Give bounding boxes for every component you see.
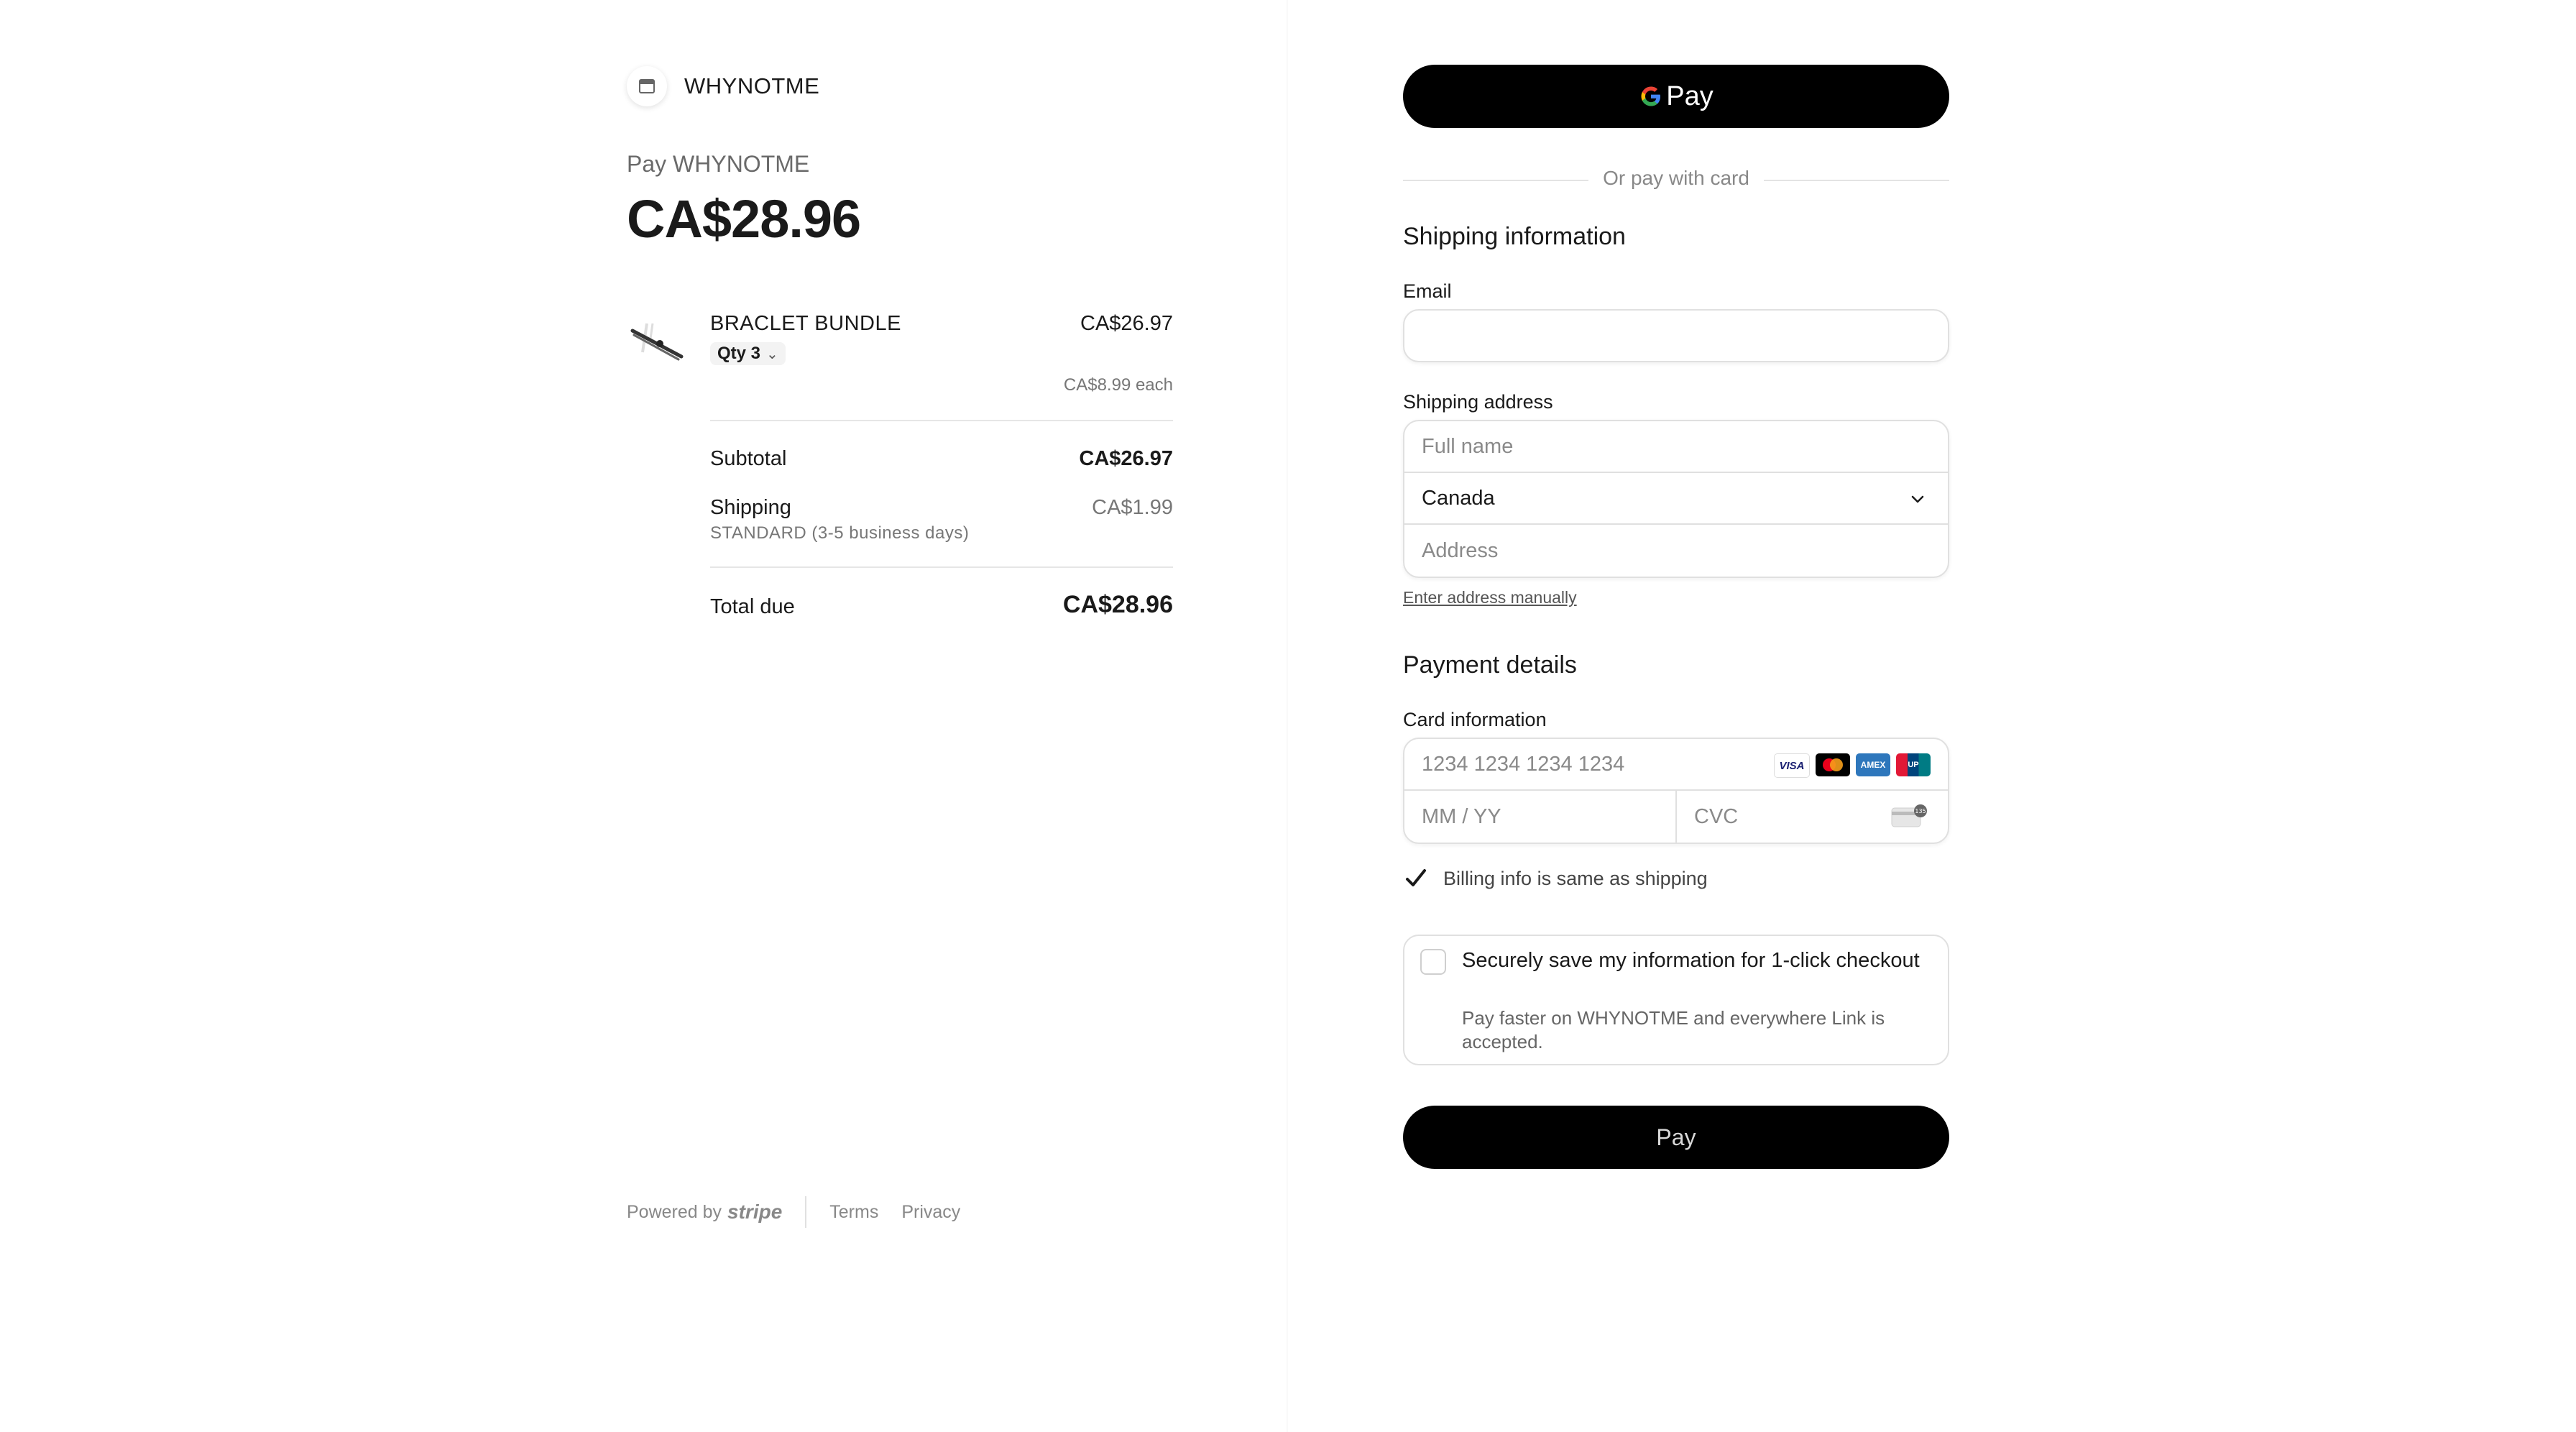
merchant-header[interactable]: WHYNOTME: [627, 66, 819, 106]
amex-icon: AMEX: [1856, 753, 1890, 776]
full-name-field[interactable]: Full name: [1404, 421, 1948, 473]
payment-panel: Pay Or pay with card Shipping informatio…: [1288, 0, 2576, 1432]
save-info-title: Securely save my information for 1-click…: [1462, 949, 1920, 972]
country-select[interactable]: Canada: [1404, 473, 1948, 525]
google-pay-button[interactable]: Pay: [1403, 65, 1949, 128]
checkmark-icon: [1406, 869, 1426, 886]
payment-section-title: Payment details: [1403, 651, 1577, 679]
quantity-label: Qty 3: [717, 344, 761, 363]
visa-icon: VISA: [1774, 753, 1810, 778]
billing-same-row[interactable]: Billing info is same as shipping: [1403, 866, 1708, 891]
billing-same-checkbox[interactable]: [1403, 866, 1429, 891]
shipping-address-label: Shipping address: [1403, 391, 1553, 413]
store-icon: [627, 66, 667, 106]
order-summary-panel: WHYNOTME Pay WHYNOTME CA$28.96 BRACLET B…: [0, 0, 1288, 1432]
billing-same-label: Billing info is same as shipping: [1443, 867, 1708, 889]
google-pay-label: Pay: [1666, 81, 1714, 111]
footer-separator: [805, 1196, 807, 1228]
shipping-section-title: Shipping information: [1403, 223, 1626, 250]
link-save-info-box[interactable]: Securely save my information for 1-click…: [1403, 935, 1949, 1065]
shipping-label: Shipping: [710, 496, 791, 519]
footer: Powered by stripe Terms Privacy: [627, 1196, 983, 1228]
subtotal-label: Subtotal: [710, 447, 787, 470]
stripe-logo[interactable]: stripe: [727, 1201, 782, 1224]
cvc-card-icon: 135: [1891, 804, 1927, 827]
shipping-method: STANDARD (3-5 business days): [710, 523, 970, 543]
card-information-group: 1234 1234 1234 1234 VISA AMEX UP MM / YY…: [1403, 738, 1949, 844]
enter-address-manually-link[interactable]: Enter address manually: [1403, 588, 1577, 607]
divider: [710, 566, 1173, 568]
mastercard-icon: [1816, 753, 1850, 776]
email-label: Email: [1403, 280, 1452, 302]
shipping-address-group: Full name Canada Address: [1403, 420, 1949, 578]
product-image: [627, 309, 687, 370]
pay-button[interactable]: Pay: [1403, 1106, 1949, 1169]
card-brands: VISA AMEX UP: [1774, 753, 1931, 778]
unit-price: CA$8.99 each: [1063, 375, 1173, 395]
shipping-value: CA$1.99: [1092, 496, 1173, 519]
svg-text:135: 135: [1915, 808, 1926, 814]
product-name: BRACLET BUNDLE: [710, 312, 901, 335]
total-value: CA$28.96: [1062, 591, 1173, 618]
address-field[interactable]: Address: [1404, 525, 1948, 577]
total-label: Total due: [710, 595, 795, 618]
save-info-checkbox[interactable]: [1420, 949, 1446, 975]
checkout-page: WHYNOTME Pay WHYNOTME CA$28.96 BRACLET B…: [0, 0, 2576, 1432]
google-g-icon: [1641, 86, 1661, 106]
product-price: CA$26.97: [1080, 312, 1173, 335]
unionpay-icon: UP: [1896, 753, 1931, 776]
privacy-link[interactable]: Privacy: [901, 1202, 960, 1223]
cvc-field[interactable]: CVC 135: [1677, 791, 1948, 843]
pay-label: Pay WHYNOTME: [627, 151, 810, 177]
divider: [710, 420, 1173, 421]
subtotal-value: CA$26.97: [1079, 447, 1173, 470]
save-info-description: Pay faster on WHYNOTME and everywhere Li…: [1462, 1007, 1885, 1052]
or-pay-with-card: Or pay with card: [1403, 167, 1949, 190]
powered-by-label: Powered by: [627, 1201, 722, 1222]
card-number-field[interactable]: 1234 1234 1234 1234 VISA AMEX UP: [1404, 739, 1948, 791]
email-field[interactable]: [1403, 309, 1949, 362]
card-information-label: Card information: [1403, 709, 1547, 730]
merchant-name: WHYNOTME: [684, 73, 820, 98]
chevron-down-icon: [1911, 495, 1924, 503]
expiry-field[interactable]: MM / YY: [1404, 791, 1677, 843]
terms-link[interactable]: Terms: [829, 1202, 878, 1223]
quantity-selector[interactable]: Qty 3 ⌄: [710, 342, 786, 365]
pay-amount: CA$28.96: [627, 189, 861, 249]
chevron-down-icon: ⌄: [766, 346, 778, 362]
